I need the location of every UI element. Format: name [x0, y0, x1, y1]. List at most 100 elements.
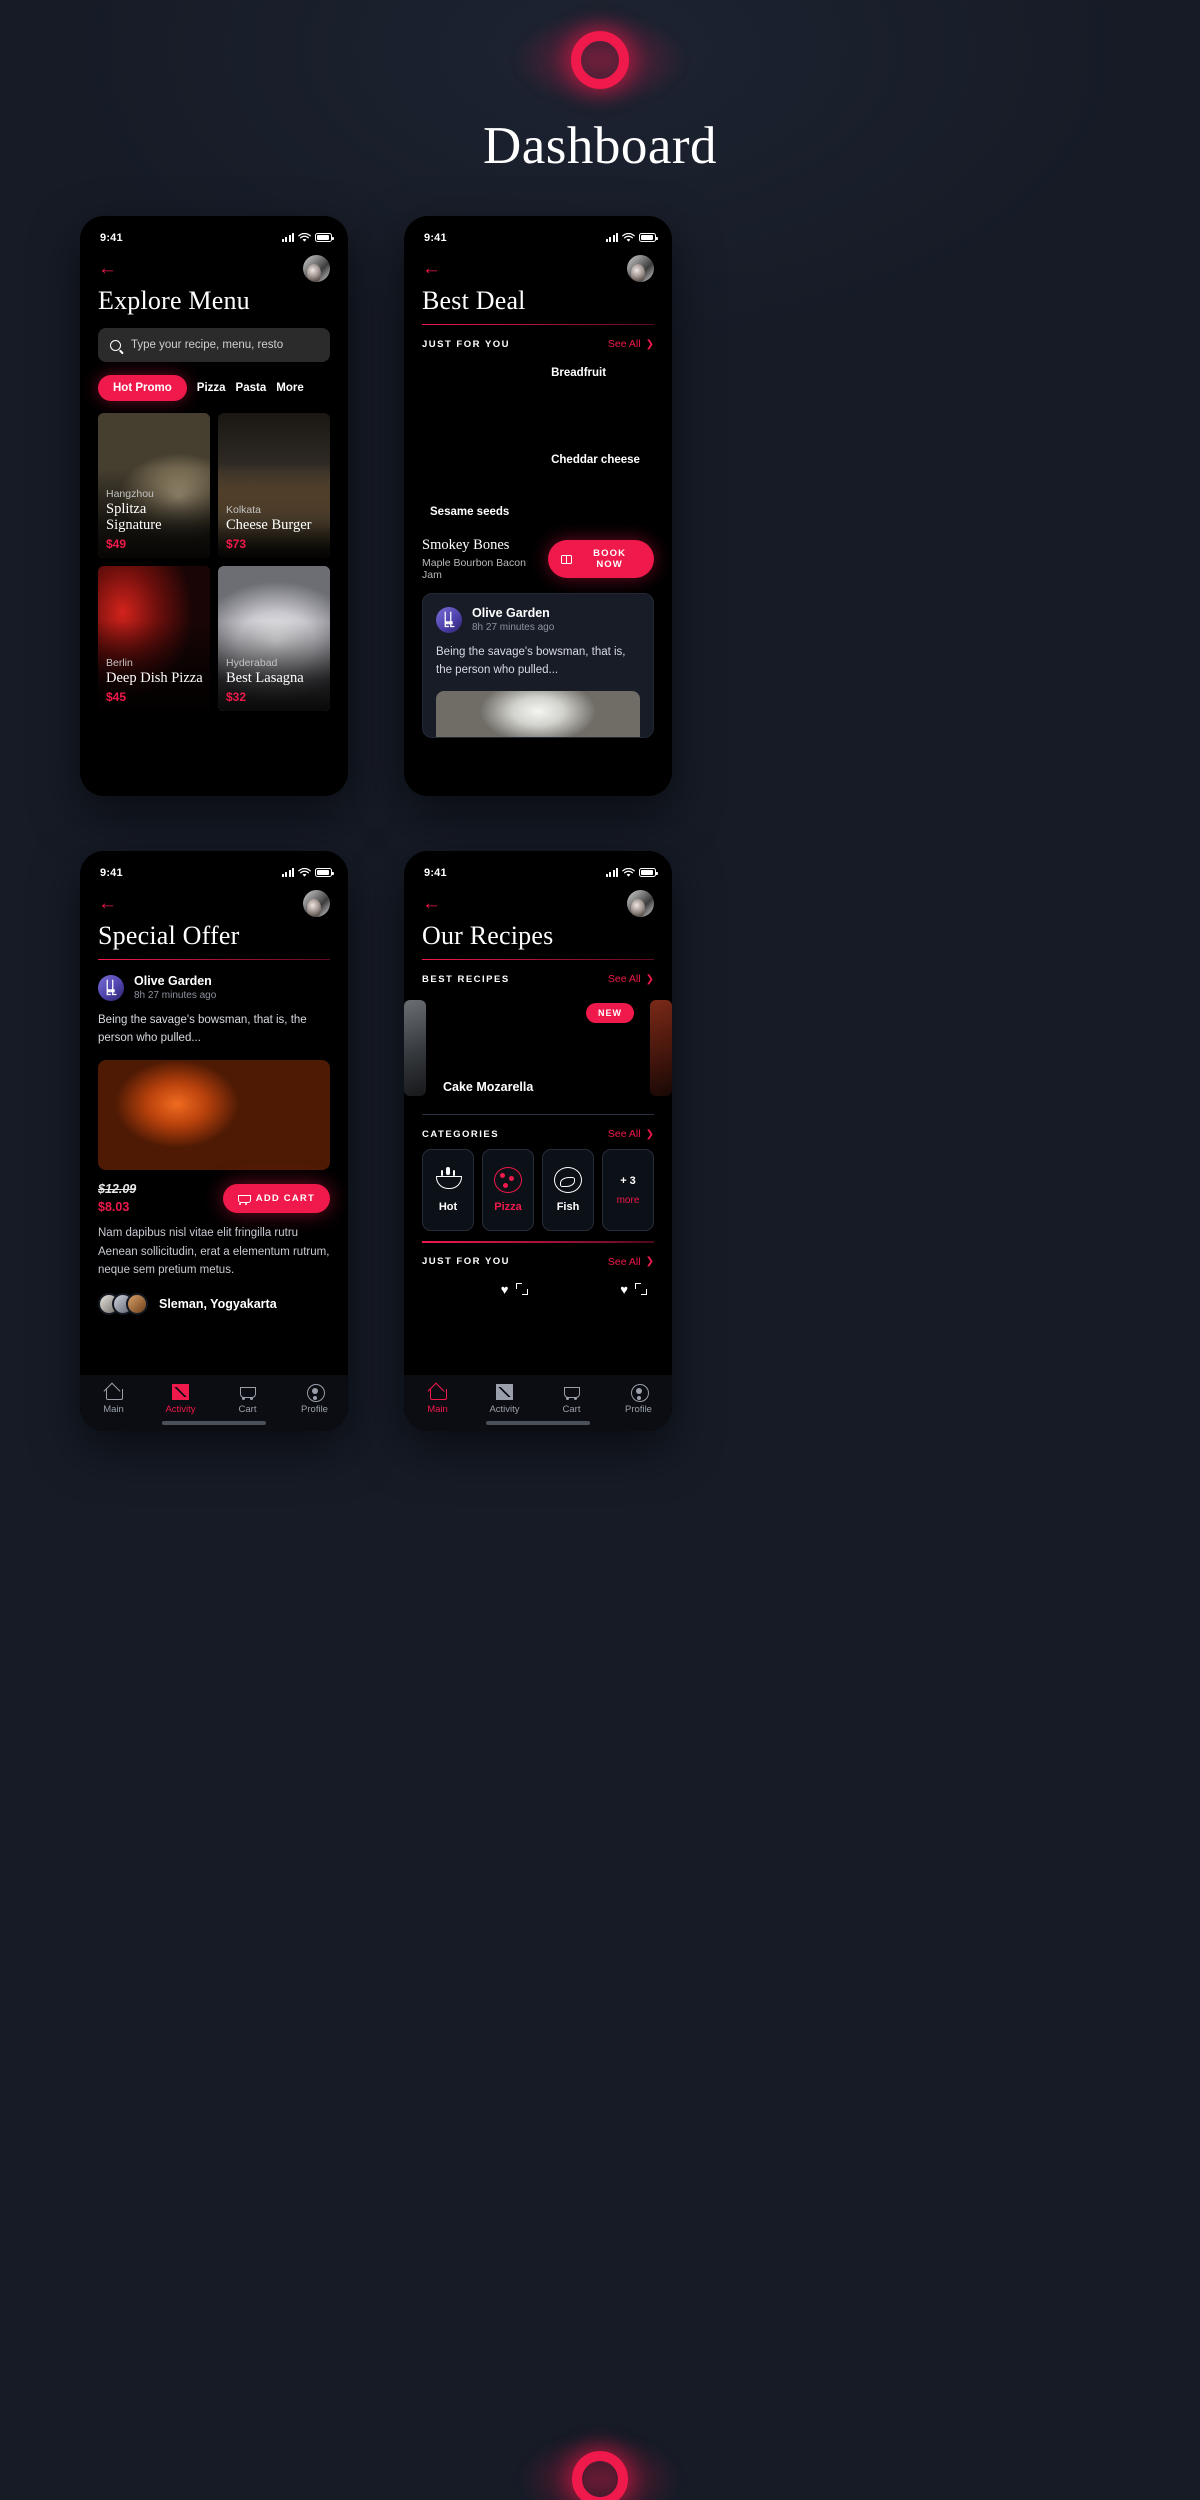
cart-icon — [239, 1384, 256, 1400]
card-price: $49 — [106, 537, 127, 551]
ring-logo-icon — [572, 2451, 628, 2500]
see-all-label: See All — [607, 973, 641, 986]
post-header: ⎣⎣ Olive Garden 8h 27 minutes ago — [98, 974, 330, 1001]
status-time: 9:41 — [424, 231, 447, 244]
card-price: $32 — [226, 690, 247, 704]
carousel-active-card[interactable]: NEW Cake Mozarella — [433, 994, 643, 1103]
status-icons — [605, 232, 658, 243]
new-badge: NEW — [586, 1003, 634, 1024]
chip-hot-promo[interactable]: Hot Promo — [98, 375, 187, 401]
activity-chart-icon — [496, 1384, 513, 1400]
section-label: JUST FOR YOU — [422, 1256, 511, 1268]
just-for-you-card[interactable]: ♥ — [542, 1276, 655, 1342]
category-hot[interactable]: Hot — [422, 1149, 474, 1232]
status-icons — [281, 867, 334, 878]
back-arrow-icon[interactable]: ← — [98, 259, 117, 278]
category-label: Hot — [438, 1201, 458, 1214]
deal-tile[interactable]: Sesame seeds — [422, 359, 536, 526]
phone-our-recipes: 9:41 ← Our Recipes BEST RECIPES See All … — [404, 851, 672, 1431]
chevron-right-icon: ❯ — [645, 1128, 654, 1140]
nav-item-cart[interactable]: Cart — [222, 1384, 274, 1415]
status-time: 9:41 — [424, 866, 447, 879]
status-icons — [605, 867, 658, 878]
avatar[interactable] — [627, 255, 654, 282]
post-image — [436, 691, 640, 738]
see-all-link[interactable]: See All ❯ — [608, 1256, 654, 1268]
category-more[interactable]: + 3 more — [602, 1149, 654, 1232]
category-fish[interactable]: Fish — [542, 1149, 594, 1232]
screen-our-recipes: 9:41 ← Our Recipes BEST RECIPES See All … — [404, 851, 672, 1431]
card-name: Splitza Signature — [106, 500, 162, 534]
nav-item-main[interactable]: Main — [412, 1384, 464, 1415]
status-bar: 9:41 — [80, 216, 348, 246]
carousel-prev-thumb[interactable] — [404, 1000, 426, 1097]
card-name: Cheese Burger — [226, 517, 312, 534]
nav-item-main[interactable]: Main — [88, 1384, 140, 1415]
nav-row: ← — [404, 881, 672, 917]
search-bar[interactable] — [98, 328, 330, 362]
card-name: Best Lasagna — [226, 670, 304, 687]
expand-icon[interactable] — [635, 1283, 647, 1296]
home-indicator — [162, 1421, 266, 1425]
status-time: 9:41 — [100, 866, 123, 879]
heart-icon[interactable]: ♥ — [501, 1283, 509, 1296]
bottom-nav: Main Activity Cart Profile — [80, 1375, 348, 1431]
deal-tile[interactable]: Breadfruit — [543, 359, 654, 439]
card-city: Hyderabad — [226, 657, 278, 670]
cart-icon — [237, 1194, 251, 1206]
book-icon — [561, 554, 573, 565]
section-label: BEST RECIPES — [422, 973, 510, 985]
menu-card[interactable]: Berlin Deep Dish Pizza $45 — [98, 566, 210, 711]
just-for-you-card[interactable]: ♥ — [422, 1276, 535, 1342]
offer-card: ⎣⎣ Olive Garden 8h 27 minutes ago Being … — [98, 974, 330, 1315]
just-for-you-row: ♥ ♥ — [404, 1268, 672, 1342]
nav-label: Profile — [301, 1404, 328, 1415]
avatar[interactable] — [303, 255, 330, 282]
recipe-carousel[interactable]: NEW Cake Mozarella — [404, 985, 672, 1103]
carousel-next-thumb[interactable] — [650, 1000, 672, 1097]
footer-logo — [515, 2434, 685, 2500]
battery-icon — [315, 868, 334, 877]
post-card[interactable]: ⎣⎣ Olive Garden 8h 27 minutes ago Being … — [422, 593, 654, 739]
fish-icon — [554, 1167, 582, 1194]
nav-item-activity[interactable]: Activity — [155, 1384, 207, 1415]
see-all-link[interactable]: See All ❯ — [608, 973, 654, 985]
chip-pasta[interactable]: Pasta — [236, 376, 267, 400]
dashboard-page: Dashboard 9:41 ← Explore Menu Type your … — [0, 0, 1200, 2500]
featured-subtitle: Maple Bourbon Bacon Jam — [422, 557, 526, 582]
menu-card[interactable]: Hangzhou Splitza Signature $49 — [98, 413, 210, 558]
battery-icon — [639, 233, 658, 242]
category-pizza[interactable]: Pizza — [482, 1149, 534, 1232]
heart-icon[interactable]: ♥ — [620, 1283, 628, 1296]
wifi-icon — [622, 867, 635, 877]
see-all-link[interactable]: See All ❯ — [608, 338, 654, 350]
add-cart-button[interactable]: ADD CART — [222, 1183, 330, 1213]
see-all-label: See All — [607, 1128, 641, 1141]
menu-card[interactable]: Kolkata Cheese Burger $73 — [218, 413, 330, 558]
nav-item-activity[interactable]: Activity — [479, 1384, 531, 1415]
avatar[interactable] — [627, 890, 654, 917]
category-label: Pizza — [494, 1201, 522, 1214]
back-arrow-icon[interactable]: ← — [422, 894, 441, 913]
expand-icon[interactable] — [515, 1283, 528, 1296]
nav-item-profile[interactable]: Profile — [613, 1384, 665, 1415]
chip-pizza[interactable]: Pizza — [197, 376, 226, 400]
back-arrow-icon[interactable]: ← — [98, 894, 117, 913]
phone-explore-menu: 9:41 ← Explore Menu Hot Promo Pizza Past… — [80, 216, 348, 796]
status-bar: 9:41 — [404, 851, 672, 881]
menu-card[interactable]: Hyderabad Best Lasagna $32 — [218, 566, 330, 711]
nav-item-profile[interactable]: Profile — [289, 1384, 341, 1415]
chip-more[interactable]: More — [276, 376, 303, 400]
deal-tile[interactable]: Cheddar cheese — [543, 446, 654, 526]
search-input[interactable] — [131, 339, 318, 351]
chevron-right-icon: ❯ — [645, 973, 654, 985]
nav-label: Cart — [238, 1404, 257, 1415]
back-arrow-icon[interactable]: ← — [422, 259, 441, 278]
offer-image — [98, 1060, 330, 1171]
book-now-button[interactable]: BOOK NOW — [548, 540, 654, 579]
avatar[interactable] — [303, 890, 330, 917]
home-indicator — [486, 1421, 590, 1425]
see-all-link[interactable]: See All ❯ — [608, 1128, 654, 1140]
activity-chart-icon — [172, 1384, 189, 1400]
nav-item-cart[interactable]: Cart — [546, 1384, 598, 1415]
